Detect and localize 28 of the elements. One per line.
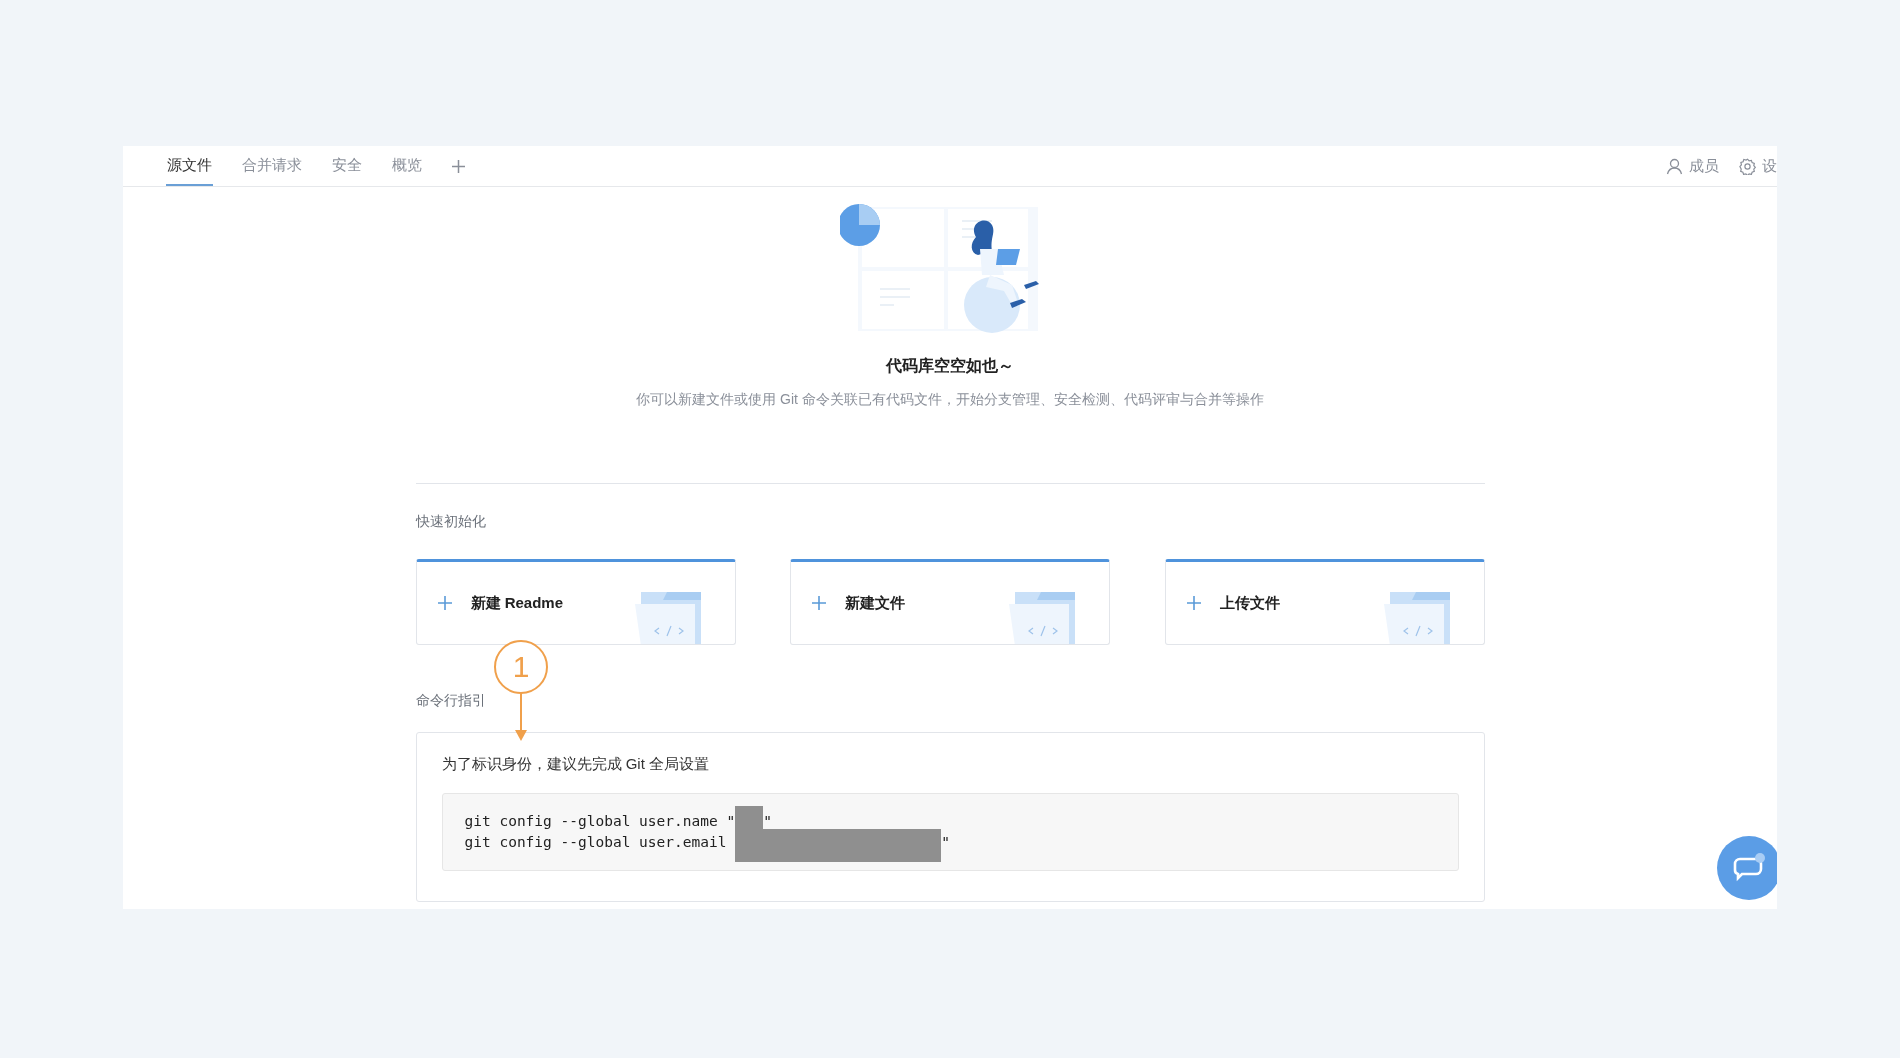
annotation-arrow <box>514 692 528 742</box>
plus-icon <box>436 595 453 611</box>
plus-icon <box>1185 595 1202 611</box>
quick-init-card[interactable]: 上传文件 <box>1164 559 1485 645</box>
tab[interactable]: 合并请求 <box>241 146 303 186</box>
code-text: " <box>941 833 950 852</box>
code-text: git config --global user.name " <box>464 812 736 831</box>
tab[interactable]: 概览 <box>391 146 423 186</box>
section-heading: 命令行指引 <box>415 692 487 710</box>
guide-intro: 为了标识身份，建议先完成 Git 全局设置 <box>441 755 710 774</box>
plus-icon <box>811 595 827 611</box>
add-tab-icon[interactable] <box>451 158 466 174</box>
code-text: " <box>763 812 772 831</box>
chat-icon <box>1732 853 1766 883</box>
tab[interactable]: 源文件 <box>166 146 213 186</box>
code-text: git config --global user.email <box>464 833 728 852</box>
chat-button[interactable] <box>1717 836 1777 900</box>
empty-description: 你可以新建文件或使用 Git 命令关联已有代码文件，开始分支管理、安全检测、代码评审与合并等操作 <box>636 391 1264 409</box>
settings-button[interactable]: 设 <box>1739 146 1777 186</box>
quick-init-card[interactable]: 新建文件 <box>790 559 1110 645</box>
empty-title: 代码库空空如也～ <box>886 356 1014 376</box>
tab[interactable]: 安全 <box>331 146 363 186</box>
step-badge: 1 <box>494 640 548 694</box>
person-icon <box>1666 157 1683 175</box>
settings-icon <box>1739 157 1756 175</box>
section-heading: 快速初始化 <box>415 513 487 531</box>
quick-init-card[interactable]: 新建 Readme <box>415 559 736 645</box>
members-button[interactable]: 成员 <box>1666 146 1719 186</box>
